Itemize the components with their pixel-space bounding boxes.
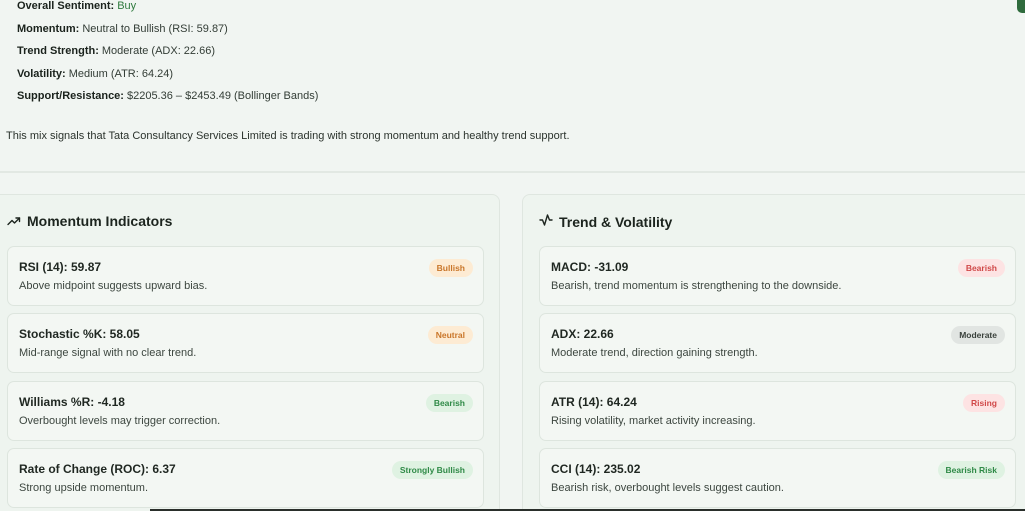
indicator-card-adx[interactable]: ADX: 22.66 Moderate trend, direction gai… [539, 313, 1016, 373]
indicator-card-williams[interactable]: Williams %R: -4.18 Overbought levels may… [7, 381, 484, 441]
summary-paragraph: This mix signals that Tata Consultancy S… [6, 130, 570, 142]
indicator-description: Mid-range signal with no clear trend. [19, 347, 197, 359]
indicator-card-roc[interactable]: Rate of Change (ROC): 6.37 Strong upside… [7, 448, 484, 508]
summary-value: Moderate (ADX: 22.66) [101, 45, 216, 58]
sentiment-summary: Overall Sentiment: Buy Momentum: Neutral t… [17, 0, 1007, 111]
indicator-card-cci[interactable]: CCI (14): 235.02 Bearish risk, overbough… [539, 448, 1016, 508]
indicator-card-stochastic[interactable]: Stochastic %K: 58.05 Mid-range signal wi… [7, 313, 484, 373]
status-badge: Moderate [951, 326, 1005, 344]
indicator-title: ATR (14): 64.24 [551, 395, 637, 409]
indicator-title: MACD: -31.09 [551, 260, 629, 274]
indicator-description: Strong upside momentum. [19, 482, 149, 494]
panel-title: Trend & Volatility [559, 213, 673, 230]
indicator-title: RSI (14): 59.87 [19, 260, 102, 274]
momentum-indicators-panel: Momentum Indicators RSI (14): 59.87 Abov… [0, 194, 500, 511]
summary-row-volatility: Volatility: Medium (ATR: 64.24) [17, 66, 1007, 89]
summary-label: Support/Resistance: [17, 90, 124, 103]
indicator-description: Bearish risk, overbought levels suggest … [551, 482, 784, 494]
status-badge: Bearish Risk [937, 461, 1005, 479]
indicator-title: CCI (14): 235.02 [551, 462, 641, 476]
section-divider [0, 171, 1025, 173]
status-badge: Rising [963, 394, 1005, 412]
momentum-panel-header: Momentum Indicators [7, 213, 172, 229]
status-badge: Bullish [428, 259, 473, 277]
summary-value: $2205.36 – $2453.49 (Bollinger Bands) [126, 90, 319, 103]
indicator-description: Bearish, trend momentum is strengthening… [551, 280, 842, 292]
trend-volatility-panel: Trend & Volatility MACD: -31.09 Bearish,… [522, 194, 1025, 511]
panel-title: Momentum Indicators [27, 213, 173, 229]
summary-value: Neutral to Bullish (RSI: 59.87) [82, 22, 228, 35]
summary-row-support-resistance: Support/Resistance: $2205.36 – $2453.49 (… [17, 88, 1007, 111]
summary-label: Volatility: [17, 67, 66, 80]
indicator-title: ADX: 22.66 [551, 327, 614, 341]
indicator-card-atr[interactable]: ATR (14): 64.24 Rising volatility, marke… [539, 381, 1016, 441]
indicator-description: Rising volatility, market activity incre… [551, 415, 756, 427]
status-badge: Bearish [957, 259, 1005, 277]
summary-value: Medium (ATR: 64.24) [68, 67, 174, 80]
summary-label: Trend Strength: [17, 45, 99, 58]
indicator-title: Stochastic %K: 58.05 [19, 327, 140, 341]
indicator-card-macd[interactable]: MACD: -31.09 Bearish, trend momentum is … [539, 246, 1016, 306]
indicator-description: Above midpoint suggests upward bias. [19, 280, 208, 292]
status-badge: Neutral [427, 326, 473, 344]
status-badge: Bearish [425, 394, 473, 412]
corner-accent [1017, 0, 1025, 13]
indicator-card-rsi[interactable]: RSI (14): 59.87 Above midpoint suggests … [7, 246, 484, 306]
activity-pulse-icon [539, 213, 559, 230]
indicator-description: Overbought levels may trigger correction… [19, 415, 221, 427]
trend-panel-header: Trend & Volatility [539, 213, 672, 230]
status-badge: Strongly Bullish [391, 461, 473, 479]
summary-row-sentiment: Overall Sentiment: Buy [17, 0, 1007, 21]
summary-row-trend-strength: Trend Strength: Moderate (ADX: 22.66) [17, 43, 1007, 66]
summary-row-momentum: Momentum: Neutral to Bullish (RSI: 59.87) [17, 21, 1007, 44]
indicator-description: Moderate trend, direction gaining streng… [551, 347, 758, 359]
indicator-title: Rate of Change (ROC): 6.37 [19, 462, 176, 476]
summary-value: Buy [117, 0, 137, 12]
indicator-title: Williams %R: -4.18 [19, 395, 125, 409]
trending-up-icon [7, 213, 27, 229]
summary-label: Overall Sentiment: [17, 0, 115, 12]
summary-label: Momentum: [17, 22, 80, 35]
